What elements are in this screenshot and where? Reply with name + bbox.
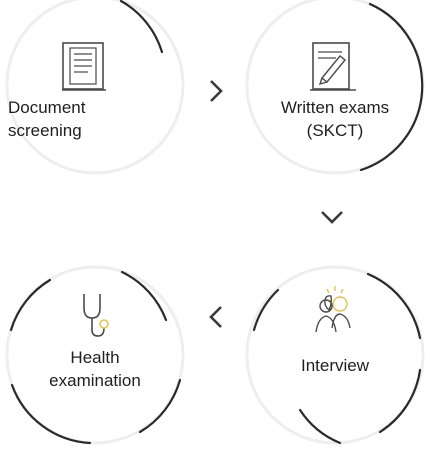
exam-notepad-icon [310,42,356,91]
stethoscope-icon [83,294,109,337]
step-label-line1: Health [70,348,120,367]
step-ring [5,0,185,175]
step-label-line1: Written exams [280,98,390,117]
step-label-line2: (SKCT) [306,121,364,140]
chevron-left-icon [209,306,222,328]
chevron-down-icon [321,211,343,224]
step-label: Document screening [8,96,178,142]
step-health-examination: Health examination [0,250,200,460]
interview-people-icon [315,286,351,333]
step-label: Written exams (SKCT) [230,96,436,142]
step-label: Health examination [0,346,200,392]
step-ring [245,0,425,175]
step-label-line1: Interview [300,356,370,375]
step-interview: Interview [230,250,436,460]
step-document-screening: Document screening [0,0,200,190]
step-label-line2: screening [8,121,82,140]
hiring-process-diagram: Document screening Written exams (SKCT) [0,0,436,445]
document-icon [62,42,106,91]
step-label-line1: Document [8,98,86,117]
step-label: Interview [230,354,436,377]
chevron-right-icon [210,80,223,102]
step-label-line2: examination [49,371,141,390]
step-written-exams: Written exams (SKCT) [230,0,436,190]
